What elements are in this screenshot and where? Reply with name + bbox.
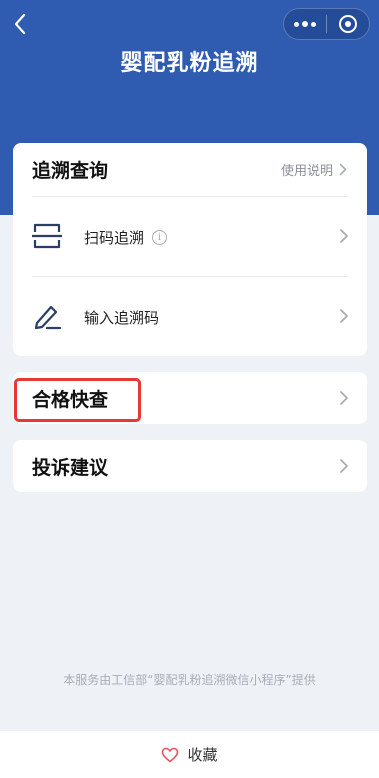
chevron-right-icon: [340, 391, 348, 405]
more-dots-icon: [294, 21, 316, 27]
scan-trace-item[interactable]: 扫码追溯 i: [13, 197, 367, 275]
chevron-right-icon: [339, 163, 347, 176]
back-button[interactable]: [6, 10, 34, 38]
close-button[interactable]: [327, 9, 369, 39]
mini-program-page: 婴配乳粉追溯 追溯查询 使用说明 扫码追溯 i 输入追溯码 合格快查 投诉建议 …: [0, 0, 379, 778]
usage-guide-link[interactable]: 使用说明: [281, 160, 347, 179]
complaint-suggestion-item[interactable]: 投诉建议: [13, 440, 367, 492]
scan-trace-label: 扫码追溯: [84, 229, 145, 247]
trace-query-card: 追溯查询 使用说明 扫码追溯 i 输入追溯码: [13, 143, 367, 356]
target-circle-icon: [339, 15, 357, 33]
chevron-right-icon: [340, 229, 348, 243]
pen-icon: [34, 305, 62, 330]
input-trace-code-label: 输入追溯码: [84, 309, 160, 327]
scan-icon: [32, 223, 62, 249]
chevron-right-icon: [340, 309, 348, 323]
favorite-button[interactable]: 收藏: [0, 731, 379, 778]
highlight-box: [14, 378, 141, 422]
more-button[interactable]: [284, 9, 326, 39]
trace-query-header: 追溯查询 使用说明: [13, 143, 367, 195]
info-icon[interactable]: i: [152, 230, 168, 245]
chevron-right-icon: [340, 459, 348, 473]
input-trace-code-item[interactable]: 输入追溯码: [13, 277, 367, 355]
trace-query-title: 追溯查询: [32, 160, 109, 182]
complaint-suggestion-label: 投诉建议: [32, 457, 109, 479]
page-title: 婴配乳粉追溯: [120, 51, 259, 76]
scan-trace-label-group: 扫码追溯 i: [84, 227, 168, 248]
service-provider-note: 本服务由工信部“婴配乳粉追溯微信小程序”提供: [63, 673, 316, 687]
heart-icon: [162, 747, 179, 762]
chevron-left-icon: [14, 13, 26, 35]
usage-guide-label: 使用说明: [280, 164, 333, 179]
capsule-menu: [283, 8, 370, 40]
favorite-label: 收藏: [187, 746, 218, 764]
